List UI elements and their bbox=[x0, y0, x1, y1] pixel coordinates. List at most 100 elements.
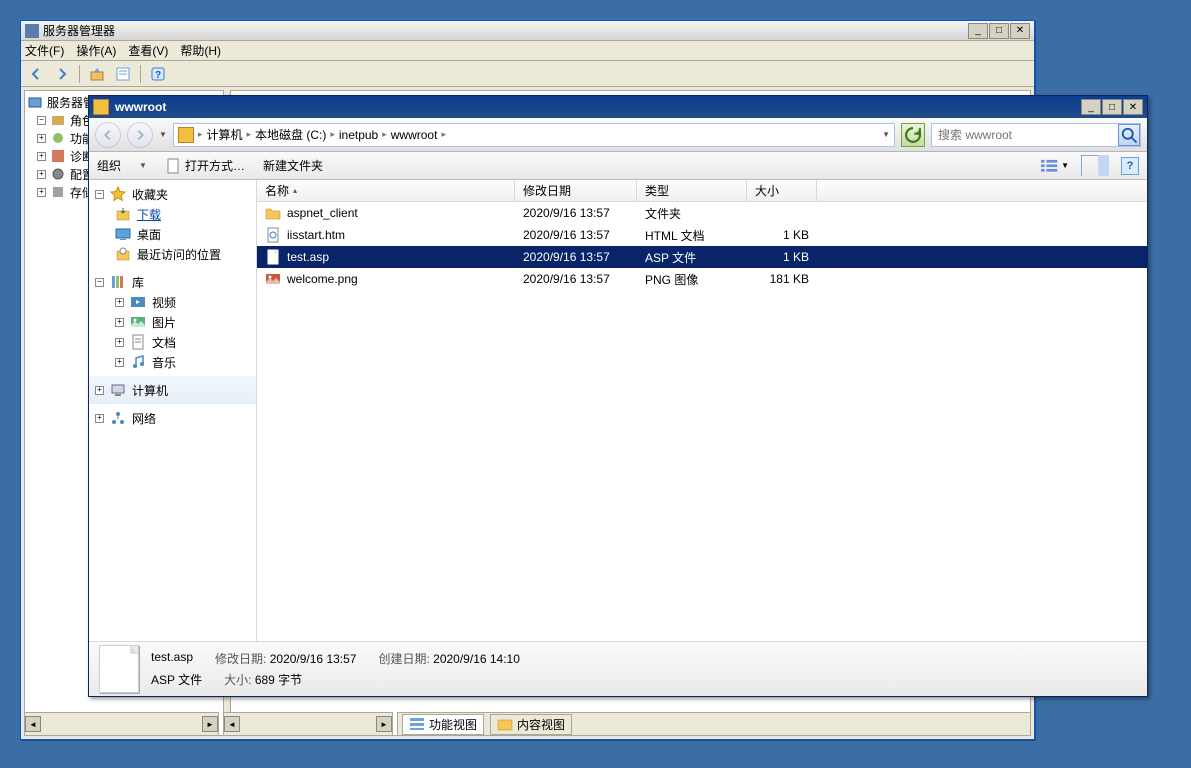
collapse-icon[interactable]: − bbox=[95, 278, 104, 287]
sidebar-item-recent[interactable]: 最近访问的位置 bbox=[95, 244, 250, 264]
image-icon bbox=[265, 271, 281, 287]
view-options-button[interactable]: ▼ bbox=[1041, 156, 1069, 176]
sidebar-favorites-header[interactable]: − 收藏夹 bbox=[95, 184, 250, 204]
server-manager-title: 服务器管理器 bbox=[43, 22, 115, 39]
menu-action[interactable]: 操作(A) bbox=[76, 42, 116, 59]
expand-icon[interactable]: + bbox=[37, 170, 46, 179]
sidebar-item-videos[interactable]: + 视频 bbox=[95, 292, 250, 312]
menu-help[interactable]: 帮助(H) bbox=[180, 42, 221, 59]
column-size[interactable]: 大小 bbox=[747, 180, 817, 201]
breadcrumb[interactable]: ▸ 计算机 ▸ 本地磁盘 (C:) ▸ inetpub ▸ wwwroot ▸ … bbox=[173, 123, 895, 147]
nav-forward-button[interactable] bbox=[51, 64, 73, 84]
column-date[interactable]: 修改日期 bbox=[515, 180, 637, 201]
file-type: PNG 图像 bbox=[637, 271, 747, 288]
chevron-down-icon[interactable]: ▼ bbox=[882, 130, 890, 139]
nav-back-button[interactable] bbox=[95, 122, 121, 148]
expand-icon[interactable]: + bbox=[37, 188, 46, 197]
explorer-sidebar[interactable]: − 收藏夹 下载 桌面 最近访问的位置 bbox=[89, 180, 257, 641]
scroll-right-button[interactable]: ► bbox=[202, 716, 218, 732]
chevron-right-icon[interactable]: ▸ bbox=[246, 129, 251, 140]
file-name: welcome.png bbox=[287, 272, 358, 286]
scrollbar[interactable]: ◄ ► bbox=[224, 716, 392, 732]
details-modified: 2020/9/16 13:57 bbox=[270, 652, 357, 666]
server-manager-titlebar[interactable]: 服务器管理器 _ □ ✕ bbox=[21, 21, 1034, 41]
collapse-icon[interactable]: − bbox=[95, 190, 104, 199]
server-manager-app-icon bbox=[25, 24, 39, 38]
breadcrumb-part[interactable]: wwwroot bbox=[391, 128, 438, 142]
close-button[interactable]: ✕ bbox=[1123, 99, 1143, 115]
tab-content-view[interactable]: 内容视图 bbox=[490, 714, 572, 735]
expand-icon[interactable]: + bbox=[115, 318, 124, 327]
maximize-button[interactable]: □ bbox=[989, 23, 1009, 39]
breadcrumb-part[interactable]: inetpub bbox=[339, 128, 378, 142]
menu-view[interactable]: 查看(V) bbox=[128, 42, 168, 59]
nav-back-button[interactable] bbox=[25, 64, 47, 84]
file-row[interactable]: iisstart.htm2020/9/16 13:57HTML 文档1 KB bbox=[257, 224, 1147, 246]
expand-icon[interactable]: + bbox=[115, 358, 124, 367]
column-name[interactable]: 名称▴ bbox=[257, 180, 515, 201]
chevron-right-icon[interactable]: ▸ bbox=[330, 129, 335, 140]
sidebar-libraries-header[interactable]: − 库 bbox=[95, 272, 250, 292]
preview-pane-button[interactable] bbox=[1081, 156, 1109, 176]
new-folder-button[interactable]: 新建文件夹 bbox=[263, 157, 323, 174]
sidebar-item-music[interactable]: + 音乐 bbox=[95, 352, 250, 372]
nav-forward-button[interactable] bbox=[127, 122, 153, 148]
details-filename: test.asp bbox=[151, 650, 193, 667]
file-date: 2020/9/16 13:57 bbox=[515, 250, 637, 264]
scroll-left-button[interactable]: ◄ bbox=[224, 716, 240, 732]
sidebar-computer-header[interactable]: + 计算机 bbox=[95, 380, 250, 400]
sidebar-item-pictures[interactable]: + 图片 bbox=[95, 312, 250, 332]
up-button[interactable] bbox=[86, 64, 108, 84]
file-list[interactable]: 名称▴ 修改日期 类型 大小 aspnet_client2020/9/16 13… bbox=[257, 180, 1147, 641]
expand-icon[interactable]: + bbox=[37, 134, 46, 143]
explorer-toolbar: 组织▼ 打开方式… 新建文件夹 ▼ ? bbox=[89, 152, 1147, 180]
maximize-button[interactable]: □ bbox=[1102, 99, 1122, 115]
menu-file[interactable]: 文件(F) bbox=[25, 42, 64, 59]
server-manager-menubar: 文件(F) 操作(A) 查看(V) 帮助(H) bbox=[21, 41, 1034, 61]
breadcrumb-part[interactable]: 本地磁盘 (C:) bbox=[255, 126, 326, 143]
expand-icon[interactable]: + bbox=[115, 338, 124, 347]
chevron-right-icon[interactable]: ▸ bbox=[441, 129, 446, 140]
sidebar-item-documents[interactable]: + 文档 bbox=[95, 332, 250, 352]
file-row[interactable]: welcome.png2020/9/16 13:57PNG 图像181 KB bbox=[257, 268, 1147, 290]
file-row[interactable]: test.asp2020/9/16 13:57ASP 文件1 KB bbox=[257, 246, 1147, 268]
file-icon bbox=[165, 158, 181, 174]
help-button[interactable]: ? bbox=[147, 64, 169, 84]
sidebar-item-downloads[interactable]: 下载 bbox=[95, 204, 250, 224]
refresh-button[interactable] bbox=[901, 123, 925, 147]
folder-icon bbox=[265, 205, 281, 221]
scrollbar[interactable]: ◄ ► bbox=[25, 716, 218, 732]
explorer-titlebar[interactable]: wwwroot _ □ ✕ bbox=[89, 96, 1147, 118]
minimize-button[interactable]: _ bbox=[1081, 99, 1101, 115]
breadcrumb-part[interactable]: 计算机 bbox=[206, 126, 242, 143]
search-box[interactable] bbox=[931, 123, 1141, 147]
file-size: 1 KB bbox=[747, 228, 817, 242]
close-button[interactable]: ✕ bbox=[1010, 23, 1030, 39]
open-with-button[interactable]: 打开方式… bbox=[165, 157, 245, 174]
organize-button[interactable]: 组织 bbox=[97, 157, 121, 174]
tab-features-view[interactable]: 功能视图 bbox=[402, 714, 484, 735]
folder-icon bbox=[93, 99, 109, 115]
chevron-right-icon[interactable]: ▸ bbox=[198, 129, 203, 140]
help-button[interactable]: ? bbox=[1121, 157, 1139, 175]
sidebar-network-header[interactable]: + 网络 bbox=[95, 408, 250, 428]
search-input[interactable] bbox=[932, 128, 1118, 142]
search-button[interactable] bbox=[1118, 124, 1140, 146]
file-date: 2020/9/16 13:57 bbox=[515, 206, 637, 220]
expand-icon[interactable]: + bbox=[95, 414, 104, 423]
scroll-left-button[interactable]: ◄ bbox=[25, 716, 41, 732]
file-row[interactable]: aspnet_client2020/9/16 13:57文件夹 bbox=[257, 202, 1147, 224]
history-dropdown-icon[interactable]: ▼ bbox=[159, 130, 167, 139]
expand-icon[interactable]: + bbox=[37, 152, 46, 161]
chevron-right-icon[interactable]: ▸ bbox=[382, 129, 387, 140]
file-type: ASP 文件 bbox=[637, 249, 747, 266]
sidebar-item-desktop[interactable]: 桌面 bbox=[95, 224, 250, 244]
scroll-right-button[interactable]: ► bbox=[376, 716, 392, 732]
expand-icon[interactable]: + bbox=[115, 298, 124, 307]
properties-button[interactable] bbox=[112, 64, 134, 84]
expand-icon[interactable]: + bbox=[95, 386, 104, 395]
column-type[interactable]: 类型 bbox=[637, 180, 747, 201]
minimize-button[interactable]: _ bbox=[968, 23, 988, 39]
recent-icon bbox=[115, 246, 131, 262]
collapse-icon[interactable]: − bbox=[37, 116, 46, 125]
